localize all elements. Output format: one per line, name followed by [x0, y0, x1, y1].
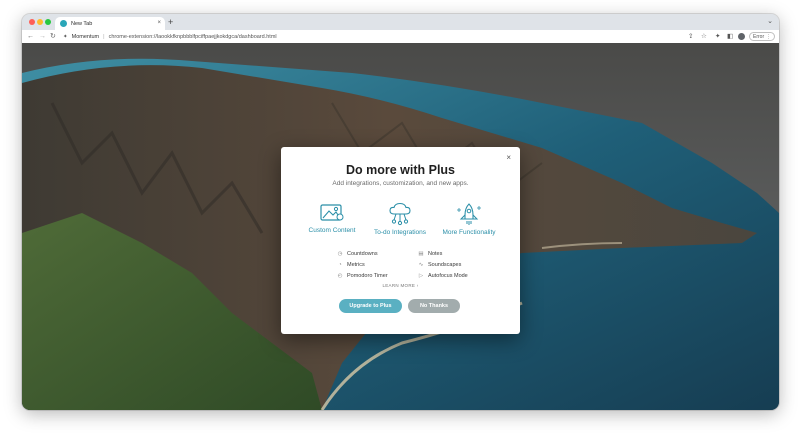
close-window-button[interactable] [29, 19, 35, 25]
list-item-label: Autofocus Mode [428, 273, 468, 279]
profile-avatar-icon[interactable] [738, 33, 745, 40]
url-text[interactable]: chrome-extension://laookkfknpbbblfpciffp… [109, 34, 277, 40]
list-item-label: Countdowns [347, 251, 378, 257]
new-tab-button[interactable]: + [168, 17, 173, 27]
list-item-countdowns: ◷ Countdowns [336, 251, 378, 257]
modal-title: Do more with Plus [345, 163, 456, 177]
sound-wave-icon: ∿ [418, 262, 424, 268]
list-item-notes: ▤ Notes [417, 251, 442, 257]
browser-window: New Tab × + ⌄ ← → ↻ ✦ Momentum | chrome-… [22, 14, 779, 410]
list-item-label: Soundscapes [428, 262, 462, 268]
address-separator: | [103, 33, 105, 40]
tab-title: New Tab [71, 20, 93, 27]
error-label: Error [753, 33, 765, 40]
modal-close-icon[interactable]: × [506, 154, 511, 162]
feature-todo-integrations: To-do Integrations [362, 202, 438, 236]
list-item-label: Notes [428, 251, 443, 257]
share-icon[interactable]: ⇪ [688, 32, 693, 41]
extension-puzzle-icon: ✦ [63, 33, 68, 40]
image-icon [320, 204, 344, 221]
address-bar[interactable]: ✦ Momentum | chrome-extension://laookkfk… [60, 32, 640, 41]
feature-custom-content: Custom Content [294, 202, 370, 234]
minimize-window-button[interactable] [37, 19, 43, 25]
feature-label: To-do Integrations [373, 229, 427, 236]
list-item-metrics: ◔ Metrics [336, 262, 365, 268]
play-icon: ▷ [418, 273, 424, 279]
reload-button[interactable]: ↻ [50, 32, 56, 41]
list-item-label: Pomodoro Timer [347, 273, 388, 279]
rocket-icon [457, 203, 481, 225]
no-thanks-button[interactable]: No Thanks [408, 299, 460, 313]
bookmark-star-icon[interactable]: ☆ [701, 32, 707, 41]
tab-search-chevron-icon[interactable]: ⌄ [767, 17, 773, 25]
upgrade-to-plus-button[interactable]: Upgrade to Plus [339, 299, 402, 313]
timer-icon: ◴ [337, 273, 343, 279]
metrics-icon: ◔ [338, 262, 342, 268]
modal-subtitle: Add integrations, customization, and new… [332, 180, 469, 187]
tab-close-icon[interactable]: × [157, 20, 161, 27]
list-item-soundscapes: ∿ Soundscapes [417, 262, 462, 268]
back-button[interactable]: ← [27, 32, 34, 41]
feature-label: More Functionality [442, 229, 496, 236]
list-item-pomodoro-timer: ◴ Pomodoro Timer [336, 273, 388, 279]
side-panel-icon[interactable]: ◧ [727, 32, 733, 41]
profile-error-button[interactable]: Error ⋮ [749, 32, 776, 41]
cloud-network-icon [389, 202, 411, 226]
forward-button[interactable]: → [39, 32, 46, 41]
learn-more-link[interactable]: LEARN MORE › [281, 283, 520, 288]
extensions-icon[interactable]: ✦ [715, 32, 720, 41]
tab-new-tab[interactable]: New Tab × [55, 17, 165, 30]
feature-label: Custom Content [308, 227, 356, 234]
list-item-label: Metrics [347, 262, 365, 268]
notes-icon: ▤ [418, 251, 424, 257]
site-label: Momentum [71, 33, 100, 40]
maximize-window-button[interactable] [45, 19, 51, 25]
feature-more-functionality: More Functionality [431, 202, 507, 236]
browser-toolbar: ← → ↻ ✦ Momentum | chrome-extension://la… [22, 30, 779, 43]
momentum-dashboard: × Do more with Plus Add integrations, cu… [22, 43, 779, 410]
list-item-autofocus-mode: ▷ Autofocus Mode [417, 273, 468, 279]
tab-strip: New Tab × + ⌄ [22, 14, 779, 30]
momentum-favicon-icon [60, 20, 67, 27]
plus-upsell-modal: × Do more with Plus Add integrations, cu… [281, 147, 520, 334]
browser-menu-icon[interactable]: ⋮ [766, 34, 771, 40]
clock-icon: ◷ [337, 251, 343, 257]
